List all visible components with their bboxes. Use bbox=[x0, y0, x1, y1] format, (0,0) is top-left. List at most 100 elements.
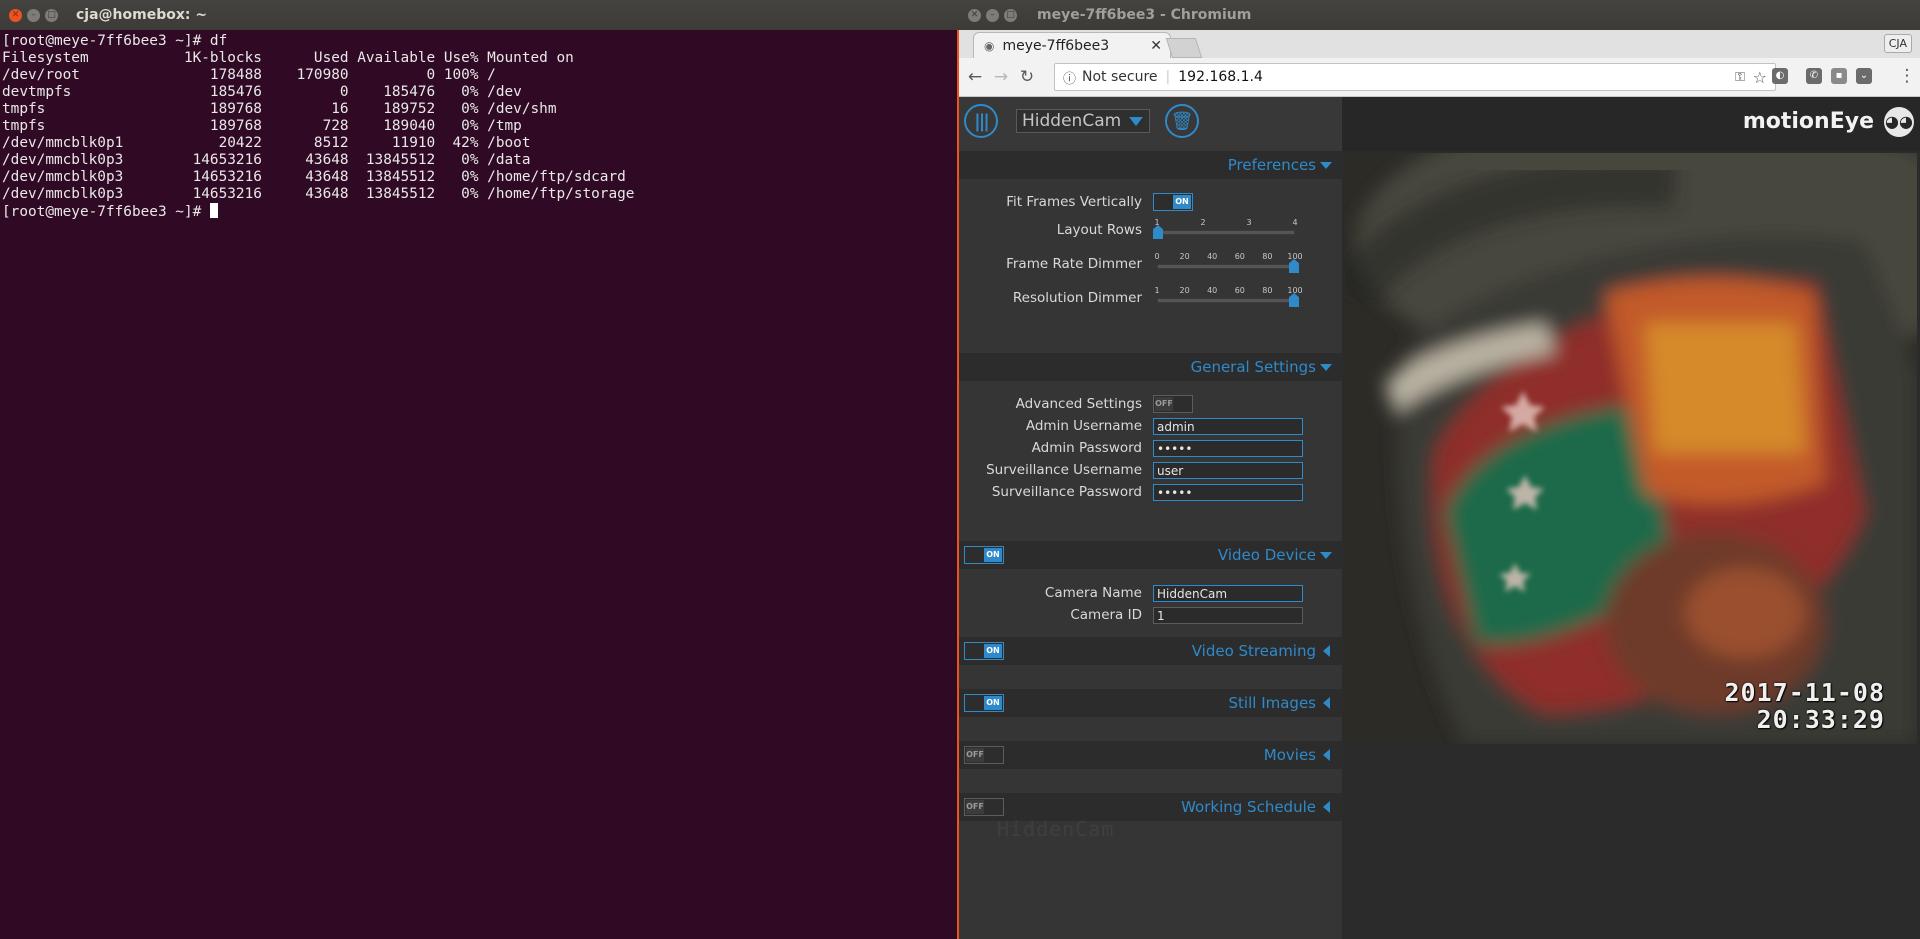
minimize-icon[interactable]: – bbox=[27, 8, 40, 22]
slider-tick-label: 80 bbox=[1262, 252, 1273, 261]
ghost-camera-label: HiddenCam bbox=[997, 817, 1115, 841]
info-icon[interactable]: ⓘ bbox=[1063, 68, 1076, 87]
terminal-window: ✕ – □ cja@homebox: ~ [root@meye-7ff6bee3… bbox=[0, 0, 959, 939]
section-title: Preferences bbox=[1227, 156, 1316, 174]
new-tab-button[interactable] bbox=[1165, 38, 1203, 58]
extension-icon[interactable]: ▪ bbox=[1831, 68, 1847, 84]
slider-tick-label: 40 bbox=[1207, 252, 1218, 261]
terminal-line: devtmpfs 185476 0 185476 0% /dev bbox=[2, 84, 522, 100]
remove-camera-button[interactable]: 🗑︎ bbox=[1165, 104, 1199, 138]
back-icon[interactable]: ← bbox=[962, 67, 988, 87]
slider-tick-label: 100 bbox=[1287, 286, 1303, 295]
camera-name-label: Camera Name bbox=[1044, 585, 1142, 601]
collapse-arrow-icon bbox=[1323, 645, 1330, 657]
browser-window: ✕ – □ meye-7ff6bee3 - Chromium ◉ meye-7f… bbox=[959, 0, 1920, 939]
maximize-icon[interactable]: □ bbox=[1004, 8, 1017, 22]
forward-icon[interactable]: → bbox=[988, 67, 1014, 87]
bookmark-star-icon[interactable]: ☆ bbox=[1753, 68, 1767, 87]
browser-titlebar[interactable]: ✕ – □ meye-7ff6bee3 - Chromium bbox=[959, 0, 1920, 30]
browser-toolbar: ← → ↻ ⓘ Not secure | 192.168.1.4 ⚿ ☆ ◐ ✆… bbox=[959, 58, 1920, 97]
collapse-arrow-icon bbox=[1323, 749, 1330, 761]
terminal-line: /dev/mmcblk0p3 14653216 43648 13845512 0… bbox=[2, 169, 626, 185]
admin-username-field[interactable]: admin bbox=[1153, 418, 1303, 435]
surveillance-username-field[interactable]: user bbox=[1153, 462, 1303, 479]
terminal-line: /dev/mmcblk0p3 14653216 43648 13845512 0… bbox=[2, 186, 635, 202]
terminal-line: /dev/root 178488 170980 0 100% / bbox=[2, 67, 496, 83]
slider-tick-label: 1 bbox=[1154, 286, 1160, 295]
section-title: Still Images bbox=[1228, 694, 1316, 712]
advanced-settings-toggle[interactable]: OFF bbox=[1153, 395, 1193, 413]
terminal-titlebar[interactable]: ✕ – □ cja@homebox: ~ bbox=[0, 0, 959, 30]
motioneye-header: ||| HiddenCam 🗑︎ motionEye ◕◕ bbox=[959, 97, 1920, 151]
section-title: Video Streaming bbox=[1191, 642, 1316, 660]
terminal-line: tmpfs 189768 16 189752 0% /dev/shm bbox=[2, 101, 557, 117]
camera-image bbox=[1345, 153, 1917, 744]
resolution-slider[interactable]: 1 20 40 60 80 100 bbox=[1154, 286, 1303, 307]
terminal-line: tmpfs 189768 728 189040 0% /tmp bbox=[2, 118, 522, 134]
terminal-line: [root@meye-7ff6bee3 ~]# df bbox=[2, 33, 228, 49]
settings-icon: ||| bbox=[974, 110, 990, 132]
video-streaming-toggle[interactable]: ON bbox=[964, 642, 1004, 660]
slider-tick-label: 1 bbox=[1154, 218, 1160, 227]
admin-password-field[interactable]: ••••• bbox=[1153, 440, 1303, 457]
browser-tab[interactable]: ◉ meye-7ff6bee3 ✕ bbox=[973, 32, 1171, 59]
admin-password-label: Admin Password bbox=[1031, 440, 1142, 456]
trash-icon: 🗑︎ bbox=[1170, 110, 1194, 132]
expand-arrow-icon bbox=[1320, 364, 1332, 371]
tab-strip: ◉ meye-7ff6bee3 ✕ CJA bbox=[959, 30, 1920, 59]
still-images-toggle[interactable]: ON bbox=[964, 694, 1004, 712]
profile-button[interactable]: CJA bbox=[1883, 34, 1912, 53]
section-preferences-header[interactable]: Preferences bbox=[959, 151, 1342, 179]
layout-rows-slider[interactable]: 1 2 3 4 bbox=[1153, 218, 1298, 239]
expand-arrow-icon bbox=[1320, 552, 1332, 559]
brand-logo-text: motionEye bbox=[1742, 109, 1874, 134]
section-video-streaming-header[interactable]: ON Video Streaming bbox=[959, 637, 1342, 665]
motioneye-page: ||| HiddenCam 🗑︎ motionEye ◕◕ Preference… bbox=[959, 97, 1920, 939]
divider: | bbox=[1165, 69, 1171, 85]
fit-frames-toggle[interactable]: ON bbox=[1153, 193, 1193, 211]
menu-icon[interactable]: ⋮ bbox=[1894, 66, 1920, 86]
maximize-icon[interactable]: □ bbox=[45, 8, 58, 22]
camera-id-field[interactable]: 1 bbox=[1153, 607, 1303, 624]
extension-phone-icon[interactable]: ✆ bbox=[1806, 68, 1822, 84]
camera-select[interactable]: HiddenCam bbox=[1016, 109, 1150, 133]
extension-icon[interactable]: ◐ bbox=[1772, 68, 1788, 84]
pocket-icon[interactable]: ⌄ bbox=[1856, 68, 1872, 84]
tab-title: meye-7ff6bee3 bbox=[1002, 38, 1110, 54]
video-device-toggle[interactable]: ON bbox=[964, 546, 1004, 564]
working-schedule-toggle[interactable]: OFF bbox=[964, 798, 1004, 816]
frame-rate-label: Frame Rate Dimmer bbox=[1006, 256, 1142, 272]
settings-toggle-button[interactable]: ||| bbox=[964, 104, 998, 138]
terminal-title: cja@homebox: ~ bbox=[76, 7, 208, 23]
close-icon[interactable]: ✕ bbox=[9, 8, 22, 22]
address-bar[interactable]: ⓘ Not secure | 192.168.1.4 ⚿ ☆ bbox=[1054, 63, 1776, 91]
surveillance-password-field[interactable]: ••••• bbox=[1153, 484, 1303, 501]
minimize-icon[interactable]: – bbox=[986, 8, 999, 22]
section-title: Working Schedule bbox=[1181, 798, 1316, 816]
reload-icon[interactable]: ↻ bbox=[1014, 67, 1040, 87]
slider-tick-label: 60 bbox=[1234, 286, 1245, 295]
section-general-header[interactable]: General Settings bbox=[959, 353, 1342, 381]
terminal-line: /dev/mmcblk0p1 20422 8512 11910 42% /boo… bbox=[2, 135, 531, 151]
url-text[interactable]: 192.168.1.4 bbox=[1178, 69, 1263, 85]
section-still-images-header[interactable]: ON Still Images bbox=[959, 689, 1342, 717]
movies-toggle[interactable]: OFF bbox=[964, 746, 1004, 764]
fit-frames-label: Fit Frames Vertically bbox=[1006, 194, 1142, 210]
camera-frame[interactable]: 2017-11-08 20:33:29 bbox=[1345, 153, 1917, 744]
section-title: General Settings bbox=[1190, 358, 1316, 376]
slider-tick-label: 100 bbox=[1287, 252, 1303, 261]
terminal-output[interactable]: [root@meye-7ff6bee3 ~]# df Filesystem 1K… bbox=[0, 32, 957, 939]
frame-rate-slider[interactable]: 0 20 40 60 80 100 bbox=[1154, 252, 1303, 273]
tab-close-icon[interactable]: ✕ bbox=[1150, 38, 1162, 54]
key-icon[interactable]: ⚿ bbox=[1735, 70, 1745, 85]
slider-tick-label: 20 bbox=[1179, 286, 1190, 295]
section-video-device-header[interactable]: ON Video Device bbox=[959, 541, 1342, 569]
camera-name-field[interactable]: HiddenCam bbox=[1153, 585, 1303, 602]
slider-tick-label: 40 bbox=[1207, 286, 1218, 295]
terminal-prompt: [root@meye-7ff6bee3 ~]# bbox=[2, 204, 210, 220]
slider-tick-label: 80 bbox=[1262, 286, 1273, 295]
section-movies-header[interactable]: OFF Movies bbox=[959, 741, 1342, 769]
close-icon[interactable]: ✕ bbox=[968, 8, 981, 22]
terminal-cursor bbox=[209, 203, 218, 218]
globe-icon: ◉ bbox=[984, 39, 995, 53]
